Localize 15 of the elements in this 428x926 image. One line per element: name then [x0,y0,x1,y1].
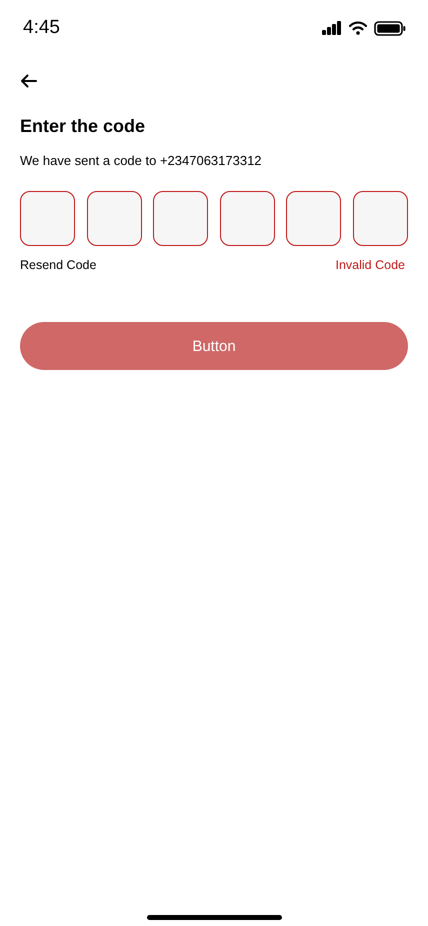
back-arrow-icon[interactable] [20,74,37,88]
wifi-icon [349,21,367,35]
code-digit-field[interactable] [86,191,142,246]
status-time: 4:45 [23,17,60,39]
error-message: Invalid Code [336,258,405,272]
code-digit-field[interactable] [286,191,342,246]
battery-icon [374,20,406,36]
code-digit-field[interactable] [352,191,408,246]
code-digit-field[interactable] [153,191,208,246]
code-digit-field[interactable] [20,191,75,246]
signal-icon [322,21,342,35]
subtitle: We have sent a code to +2347063173312 [20,153,263,168]
code-digit-field[interactable] [220,191,275,246]
resend-code-link[interactable]: Resend Code [20,258,96,272]
page-title: Enter the code [20,116,146,137]
